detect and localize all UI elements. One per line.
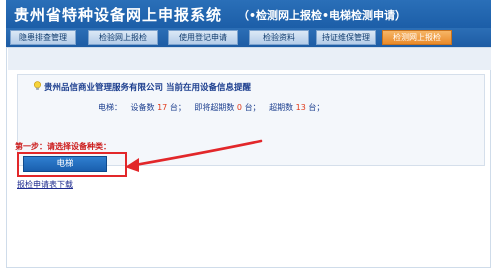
overdue-value: 13 <box>295 103 306 112</box>
main-nav: 隐患排查管理 检验网上报检 使用登记申请 检验资料 持证维保管理 检测网上报检 <box>6 28 491 47</box>
tab-hazard-inspection[interactable]: 隐患排查管理 <box>10 30 76 45</box>
tab-maintenance-management[interactable]: 持证维保管理 <box>316 30 376 45</box>
step-one-label: 第一步：请选择设备种类： <box>15 142 111 151</box>
device-count-unit: 台； <box>169 103 186 112</box>
notice-heading: 贵州品信商业管理服务有限公司 当前在用设备信息提醒 <box>44 83 251 93</box>
due-soon-unit: 台； <box>244 103 261 112</box>
annotation-arrow-icon <box>125 139 263 172</box>
tab-inspection-online-report[interactable]: 检验网上报检 <box>88 30 158 45</box>
equipment-stats: 电梯： 设备数 17 台； 即将超期数 0 台； 超期数 13 台； <box>98 102 324 113</box>
content-strip <box>8 48 491 70</box>
device-count-value: 17 <box>157 103 168 112</box>
device-count-label: 设备数 <box>130 103 155 112</box>
tab-usage-registration[interactable]: 使用登记申请 <box>168 30 238 45</box>
application-form-download-link[interactable]: 报检申请表下载 <box>17 179 73 190</box>
overdue-unit: 台； <box>308 103 325 112</box>
app-header: 贵州省特种设备网上申报系统 （•检测网上报检•电梯检测申请） <box>6 0 491 28</box>
due-soon-label: 即将超期数 <box>194 103 235 112</box>
lightbulb-icon <box>34 81 41 90</box>
app-subtitle: （•检测网上报检•电梯检测申请） <box>238 9 407 22</box>
equipment-type-label: 电梯： <box>98 103 122 112</box>
main-content: 贵州品信商业管理服务有限公司 当前在用设备信息提醒 电梯： 设备数 17 台； … <box>6 47 491 268</box>
app-window: 贵州省特种设备网上申报系统 （•检测网上报检•电梯检测申请） 隐患排查管理 检验… <box>6 0 491 268</box>
due-soon-value: 0 <box>236 103 243 112</box>
elevator-type-button[interactable]: 电梯 <box>23 156 107 172</box>
tab-inspection-documents[interactable]: 检验资料 <box>249 30 309 45</box>
overdue-label: 超期数 <box>269 103 294 112</box>
app-title: 贵州省特种设备网上申报系统 <box>14 6 223 24</box>
tab-testing-online-report[interactable]: 检测网上报检 <box>382 30 452 45</box>
